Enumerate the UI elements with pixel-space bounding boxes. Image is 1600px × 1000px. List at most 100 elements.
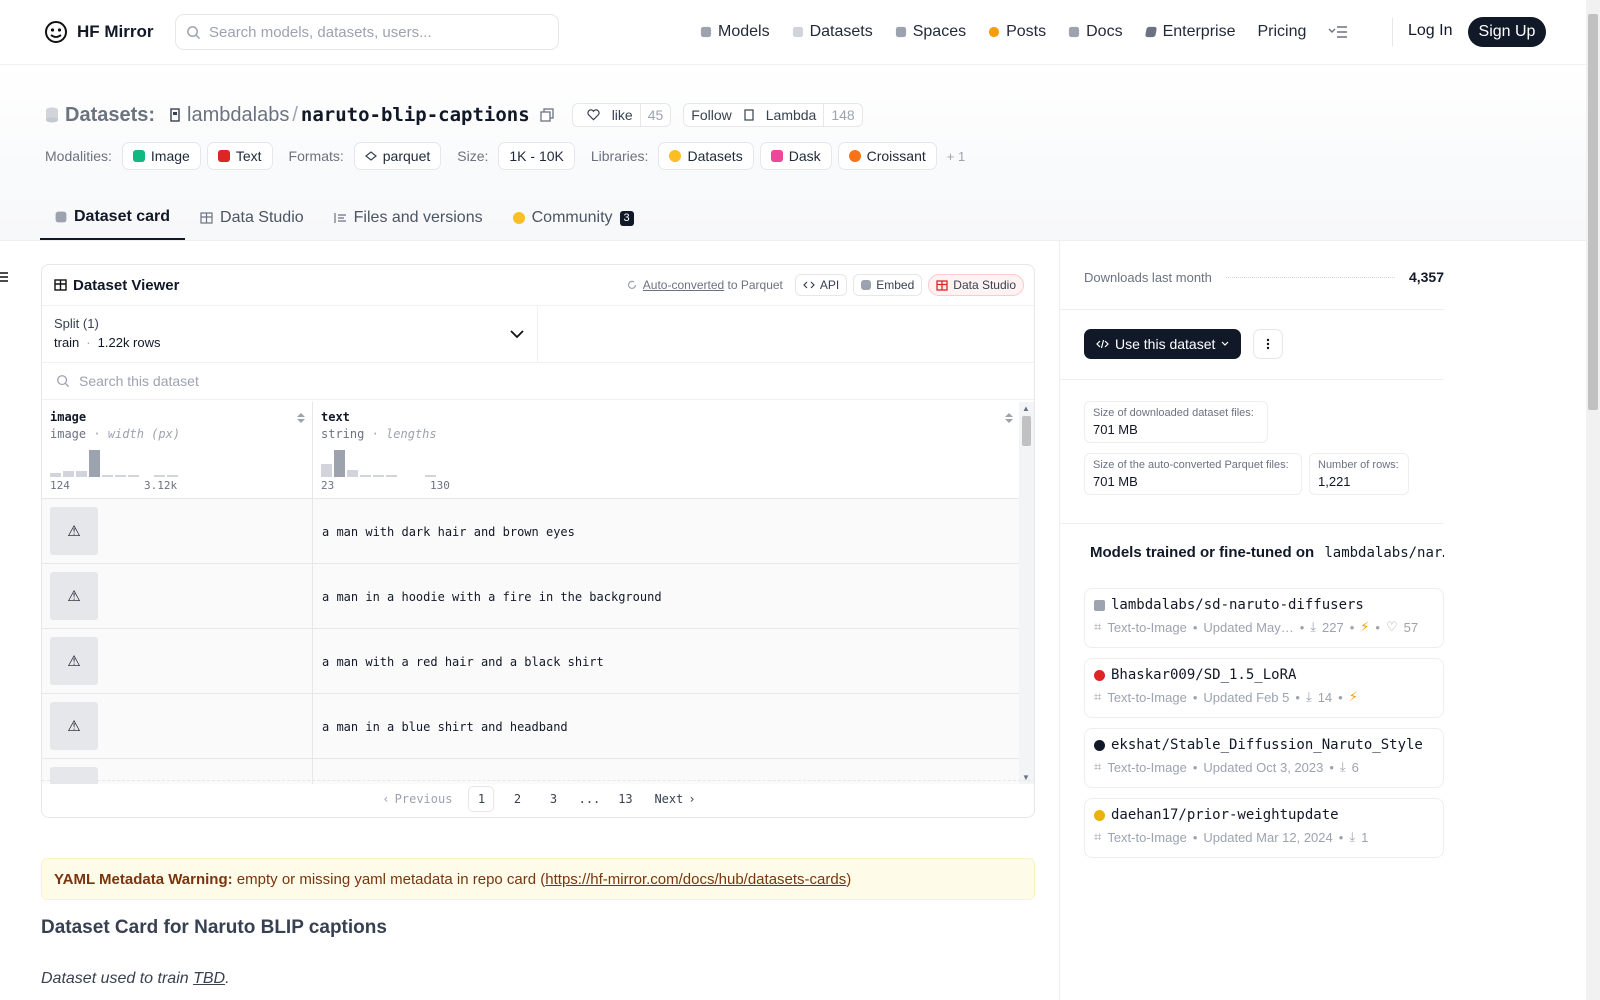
page-button-2[interactable]: 2 — [504, 786, 530, 812]
table-row[interactable]: ⚠ a man in a blue shirt and headband — [42, 694, 1022, 759]
tab-data-studio[interactable]: Data Studio — [185, 196, 319, 240]
use-this-dataset-button[interactable]: Use this dataset — [1084, 329, 1242, 359]
column-header-image[interactable]: image image · width (px) 124 3.12k — [42, 402, 313, 499]
repo-kind[interactable]: Datasets: — [65, 104, 155, 127]
page-button-13[interactable]: 13 — [612, 786, 638, 812]
next-page-button[interactable]: Next › — [648, 786, 701, 812]
dataset-search-input[interactable]: Search this dataset — [42, 363, 1034, 400]
nav-pricing-label: Pricing — [1257, 23, 1307, 40]
previous-page-button[interactable]: ‹ Previous — [376, 786, 458, 812]
histogram-bar[interactable] — [386, 475, 397, 477]
modality-image-tag[interactable]: Image — [121, 142, 201, 170]
histogram-bar[interactable] — [347, 470, 358, 477]
library-dask-tag[interactable]: Dask — [759, 142, 832, 170]
histogram-bar[interactable] — [425, 475, 436, 477]
histogram-bar[interactable] — [102, 474, 113, 477]
repo-owner[interactable]: lambdalabs — [187, 104, 289, 127]
search-icon — [186, 25, 201, 40]
broken-image-icon[interactable]: ⚠ — [50, 507, 98, 555]
login-link[interactable]: Log In — [1408, 22, 1452, 40]
api-button[interactable]: API — [794, 274, 848, 296]
nav-datasets[interactable]: Datasets — [792, 23, 873, 41]
signup-button[interactable]: Sign Up — [1468, 17, 1546, 47]
model-card[interactable]: ekshat/Stable_Diffussion_Naruto_Style ⌗ T… — [1084, 728, 1444, 788]
data-studio-button[interactable]: Data Studio — [928, 274, 1024, 296]
format-parquet-tag[interactable]: parquet — [353, 142, 442, 170]
models-title-repo[interactable]: lambdalabs/nar… — [1324, 545, 1444, 561]
follow-label: Follow — [691, 107, 732, 123]
histogram-bar[interactable] — [76, 471, 87, 477]
follow-button[interactable]: Follow Lambda 148 — [683, 103, 863, 127]
model-card[interactable]: daehan17/prior-weightupdate ⌗ Text-to-Ima… — [1084, 798, 1444, 858]
repo-meta-row: Modalities: Image Text Formats: parquet … — [45, 142, 965, 170]
histogram-bar[interactable] — [399, 476, 410, 477]
table-row[interactable]: ⚠ a man in a hoodie with a fire in the b… — [42, 564, 1022, 629]
table-row[interactable]: ⚠ a man with dark hair and brown eyes — [42, 499, 1022, 564]
histogram-bar[interactable] — [141, 476, 152, 477]
nav-docs[interactable]: Docs — [1068, 23, 1123, 41]
nav-more-menu[interactable] — [1328, 25, 1348, 39]
modality-text-tag[interactable]: Text — [206, 142, 273, 170]
like-button[interactable]: like 45 — [571, 103, 672, 127]
histogram-bar[interactable] — [412, 476, 423, 477]
warning-link[interactable]: https://hf-mirror.com/docs/hub/datasets-… — [545, 871, 846, 888]
tab-files-versions[interactable]: Files and versions — [319, 196, 498, 240]
more-options-button[interactable] — [1253, 329, 1283, 359]
table-scrollbar[interactable]: ▲ ▼ — [1019, 402, 1034, 784]
histogram-bar[interactable] — [115, 475, 126, 477]
broken-image-icon[interactable]: ⚠ — [50, 637, 98, 685]
scroll-thumb[interactable] — [1022, 416, 1031, 446]
histogram-bar[interactable] — [89, 450, 100, 477]
histogram-bar[interactable] — [63, 470, 74, 477]
page-scroll-thumb[interactable] — [1588, 14, 1598, 410]
nav-enterprise[interactable]: Enterprise — [1144, 23, 1235, 41]
previous-label: Previous — [394, 792, 453, 806]
histogram-bar[interactable] — [373, 475, 384, 477]
scroll-up-arrow[interactable]: ▲ — [1022, 404, 1030, 413]
sort-icon[interactable] — [1004, 412, 1014, 424]
histogram-bar[interactable] — [154, 475, 165, 477]
nav-spaces[interactable]: Spaces — [895, 23, 966, 41]
histogram-bar[interactable] — [360, 474, 371, 477]
model-card[interactable]: lambdalabs/sd-naruto-diffusers ⌗ Text-to-… — [1084, 588, 1444, 648]
broken-image-icon[interactable]: ⚠ — [50, 702, 98, 750]
model-updated: Updated Oct 3, 2023 — [1203, 759, 1324, 775]
nav-pricing[interactable]: Pricing — [1257, 23, 1306, 41]
next-label: Next — [654, 792, 684, 806]
sort-icon[interactable] — [296, 412, 306, 424]
nav-posts[interactable]: Posts — [988, 23, 1046, 41]
card-tbd-link[interactable]: TBD — [193, 970, 225, 987]
histogram-bar[interactable] — [128, 475, 139, 477]
auto-converted-link[interactable]: Auto-converted — [643, 278, 724, 292]
repo-slash: / — [292, 103, 298, 126]
histogram-bar[interactable] — [167, 475, 178, 477]
nav-models[interactable]: Models — [700, 23, 770, 41]
copy-icon[interactable] — [540, 108, 554, 122]
more-libraries[interactable]: + 1 — [947, 149, 965, 164]
library-croissant-tag[interactable]: Croissant — [837, 142, 937, 170]
model-card[interactable]: Bhaskar009/SD_1.5_LoRA ⌗ Text-to-Image • Up… — [1084, 658, 1444, 718]
brand-logo[interactable]: HF Mirror — [43, 19, 154, 45]
histogram-bar[interactable] — [50, 472, 61, 477]
page-button-1[interactable]: 1 — [468, 786, 495, 812]
tab-community[interactable]: Community 3 — [498, 196, 649, 240]
split-selector[interactable]: Split (1) train · 1.22k rows — [42, 306, 538, 362]
size-tag[interactable]: 1K - 10K — [498, 142, 575, 170]
histogram-bar[interactable] — [334, 450, 345, 477]
sidebar-toggle-icon[interactable] — [0, 270, 10, 288]
model-updated: Updated May… — [1203, 619, 1294, 635]
histogram-bar[interactable] — [438, 476, 449, 477]
tab-dataset-card[interactable]: Dataset card — [40, 196, 186, 240]
page-button-3[interactable]: 3 — [540, 786, 566, 812]
histogram-bar[interactable] — [321, 464, 332, 477]
library-datasets-tag[interactable]: Datasets — [658, 142, 754, 170]
viewer-title: Dataset Viewer — [54, 277, 179, 294]
embed-button[interactable]: Embed — [853, 274, 923, 296]
table-row[interactable]: ⚠ a man with a red hair and a black shir… — [42, 629, 1022, 694]
hist-min: 124 — [50, 479, 70, 492]
repo-name[interactable]: naruto-blip-captions — [301, 104, 530, 126]
split-name: train — [54, 335, 80, 350]
global-search-input[interactable]: Search models, datasets, users... — [175, 14, 559, 50]
column-header-text[interactable]: text string · lengths 23 130 — [313, 402, 1022, 499]
broken-image-icon[interactable]: ⚠ — [50, 572, 98, 620]
